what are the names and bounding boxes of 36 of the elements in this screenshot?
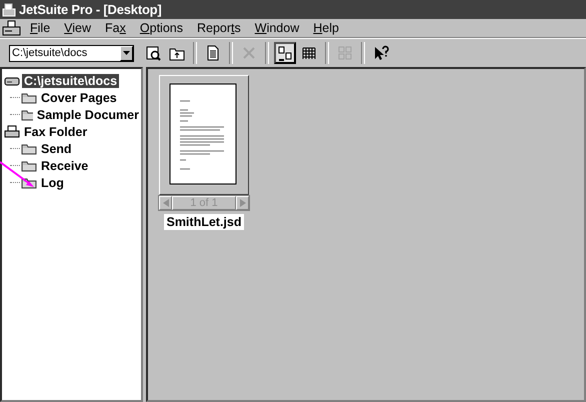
left-arrow-icon (162, 199, 168, 207)
menu-item[interactable]: Window (248, 21, 306, 35)
folder-icon (21, 108, 33, 121)
tree-item[interactable]: Sample Documer (34, 108, 141, 122)
menu-item[interactable]: File (24, 21, 56, 35)
pointer-arrow (0, 160, 36, 190)
menu-item[interactable]: Options (134, 21, 189, 35)
help-pointer-icon (372, 44, 390, 62)
caret-icon (123, 51, 130, 55)
window-title: JetSuite Pro - [Desktop] (19, 2, 162, 17)
tree-item[interactable]: Send (39, 142, 74, 156)
tree-item[interactable]: Fax Folder (22, 124, 90, 138)
app-icon (2, 2, 16, 16)
page-preview-icon (169, 83, 239, 187)
thumbnail-view-icon (276, 44, 294, 62)
toolbar-button[interactable] (274, 42, 296, 64)
grid-icon (336, 44, 354, 62)
menu-item[interactable]: Fax (99, 21, 132, 35)
folder-icon (21, 91, 37, 104)
right-arrow-icon (240, 199, 246, 207)
tree-item[interactable]: Receive (39, 158, 90, 172)
menu-item[interactable]: Help (307, 21, 345, 35)
tree-item[interactable]: C:\jetsuite\docs (22, 74, 120, 88)
find-document-icon (144, 44, 162, 62)
folder-icon (21, 159, 37, 172)
printer-icon (4, 124, 20, 138)
document-thumbnail[interactable] (159, 75, 249, 195)
menu-item[interactable]: Reports (190, 21, 247, 35)
dropdown-button[interactable] (120, 46, 133, 60)
drive-icon (4, 74, 20, 86)
path-combo-box[interactable]: C:\jetsuite\docs (9, 44, 134, 62)
folder-icon (21, 142, 37, 155)
menu-item[interactable]: View (58, 21, 98, 35)
tree-item[interactable]: Log (39, 176, 66, 190)
tree-item[interactable]: Cover Pages (39, 90, 119, 104)
document-name: SmithLet.jsd (164, 214, 244, 230)
